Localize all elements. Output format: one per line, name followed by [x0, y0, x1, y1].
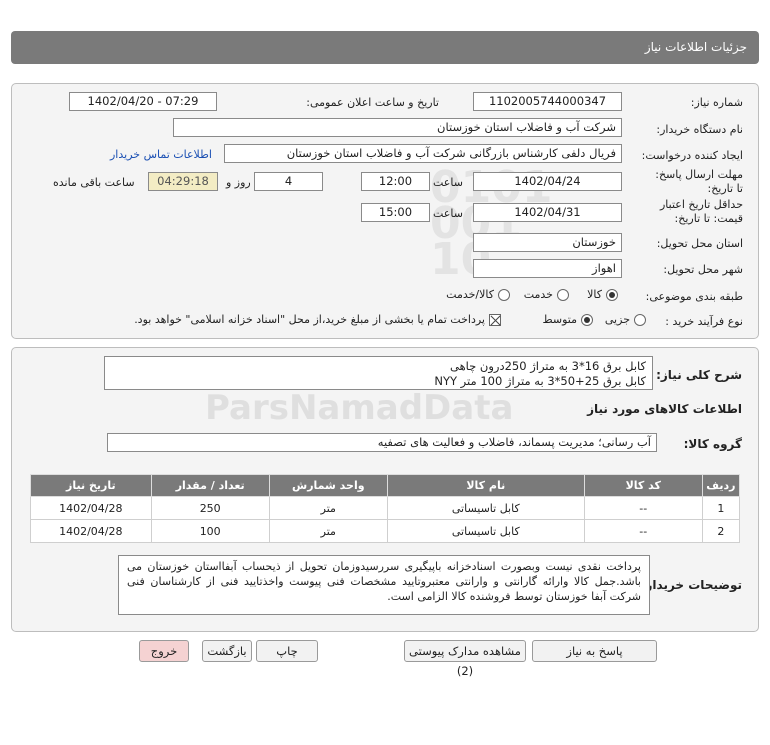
cell-row: 2 — [701, 519, 741, 543]
days-label: روز و — [226, 176, 251, 189]
cell-code: -- — [583, 519, 703, 543]
description-label: شرح کلی نیاز: — [656, 368, 742, 382]
buyer-org-label: نام دستگاه خریدار: — [656, 123, 743, 136]
radio-selected-icon[interactable] — [606, 288, 618, 301]
table-row[interactable]: 1 -- کابل تاسیساتی متر 250 1402/04/28 — [30, 496, 741, 520]
table-header-row: ردیف کد کالا نام کالا واحد شمارش تعداد /… — [30, 474, 741, 497]
checkbox-checked-icon[interactable] — [489, 313, 501, 326]
price-validity-date-field: 1402/04/31 — [473, 203, 622, 222]
buyer-org-field: شرکت آب و فاضلاب استان خوزستان — [173, 118, 622, 137]
remaining-time-label: ساعت باقی مانده — [53, 176, 135, 189]
description-line-1: کابل برق 16*3 به متراژ 250درون چاهی — [450, 359, 646, 373]
price-validity-time-field: 15:00 — [361, 203, 430, 222]
goods-group-label: گروه کالا: — [683, 437, 742, 451]
description-box: کابل برق 16*3 به متراژ 250درون چاهی کابل… — [104, 356, 653, 390]
cell-name: کابل تاسیساتی — [386, 519, 585, 543]
radio-icon[interactable] — [634, 313, 646, 326]
print-button[interactable]: چاپ — [256, 640, 318, 662]
creator-field: فریال دلفی کارشناس بازرگانی شرکت آب و فا… — [224, 144, 622, 163]
table-row[interactable]: 2 -- کابل تاسیساتی متر 100 1402/04/28 — [30, 519, 741, 543]
process-option-minor[interactable]: جزیی — [605, 313, 646, 326]
radio-selected-icon[interactable] — [581, 313, 593, 326]
exit-button[interactable]: خروج — [139, 640, 189, 662]
reply-deadline-label: مهلت ارسال پاسخ: تا تاریخ: — [655, 168, 743, 195]
col-code: کد کالا — [583, 474, 703, 497]
buyer-notes-box: پرداخت نقدی نیست وبصورت اسنادخزانه باپیگ… — [118, 555, 650, 615]
buyer-contact-link[interactable]: اطلاعات تماس خریدار — [110, 148, 212, 161]
cell-date: 1402/04/28 — [30, 519, 152, 543]
city-field: اهواز — [473, 259, 622, 278]
process-option-medium[interactable]: متوسط — [542, 313, 593, 326]
reply-time-field: 12:00 — [361, 172, 430, 191]
announce-date-field: 1402/04/20 - 07:29 — [69, 92, 217, 111]
province-field: خوزستان — [473, 233, 622, 252]
cell-qty: 100 — [150, 519, 270, 543]
radio-icon[interactable] — [498, 288, 510, 301]
buyer-notes-label: توضیحات خریدار: — [640, 578, 742, 592]
goods-table: ردیف کد کالا نام کالا واحد شمارش تعداد /… — [30, 474, 741, 543]
cell-unit: متر — [268, 496, 388, 520]
page-title: جزئیات اطلاعات نیاز — [644, 40, 747, 54]
category-option-service[interactable]: خدمت — [524, 288, 569, 301]
reply-date-field: 1402/04/24 — [473, 172, 622, 191]
col-unit: واحد شمارش — [268, 474, 388, 497]
need-number-label: شماره نیاز: — [690, 96, 743, 109]
treasury-payment-checkbox[interactable]: پرداخت تمام یا بخشی از مبلغ خرید،از محل … — [134, 313, 501, 326]
cell-code: -- — [583, 496, 703, 520]
radio-icon[interactable] — [557, 288, 569, 301]
col-row: ردیف — [701, 474, 741, 497]
announce-date-label: تاریخ و ساعت اعلان عمومی: — [306, 96, 439, 109]
view-attachments-button[interactable]: مشاهده مدارک پیوستی (2) — [404, 640, 526, 678]
creator-label: ایجاد کننده درخواست: — [641, 149, 743, 162]
city-label: شهر محل تحویل: — [663, 263, 743, 276]
cell-qty: 250 — [150, 496, 270, 520]
process-type-label: نوع فرآیند خرید : — [665, 315, 743, 328]
cell-row: 1 — [701, 496, 741, 520]
price-time-label: ساعت — [433, 207, 463, 220]
col-name: نام کالا — [386, 474, 585, 497]
cell-name: کابل تاسیساتی — [386, 496, 585, 520]
category-label: طبقه بندی موضوعی: — [645, 290, 743, 303]
goods-group-field: آب رسانی؛ مدیریت پسماند، فاضلاب و فعالیت… — [107, 433, 657, 452]
description-line-2: کابل برق 25+50*3 به متراژ 100 متر NYY — [434, 374, 646, 388]
need-number-field: 1102005744000347 — [473, 92, 622, 111]
page-header: جزئیات اطلاعات نیاز — [11, 31, 759, 64]
col-qty: تعداد / مقدار — [150, 474, 270, 497]
reply-button[interactable]: پاسخ به نیاز — [532, 640, 657, 662]
reply-time-label: ساعت — [433, 176, 463, 189]
province-label: استان محل تحویل: — [656, 237, 743, 250]
remaining-time-field: 04:29:18 — [148, 172, 218, 191]
days-remaining-field: 4 — [254, 172, 323, 191]
category-option-goods-service[interactable]: کالا/خدمت — [446, 288, 510, 301]
cell-date: 1402/04/28 — [30, 496, 152, 520]
goods-section-title: اطلاعات کالاهای مورد نیاز — [587, 402, 742, 416]
cell-unit: متر — [268, 519, 388, 543]
price-validity-label: حداقل تاریخ اعتبار قیمت: تا تاریخ: — [659, 198, 743, 225]
category-option-goods[interactable]: کالا — [587, 288, 618, 301]
back-button[interactable]: بازگشت — [202, 640, 252, 662]
col-date: تاریخ نیاز — [30, 474, 152, 497]
